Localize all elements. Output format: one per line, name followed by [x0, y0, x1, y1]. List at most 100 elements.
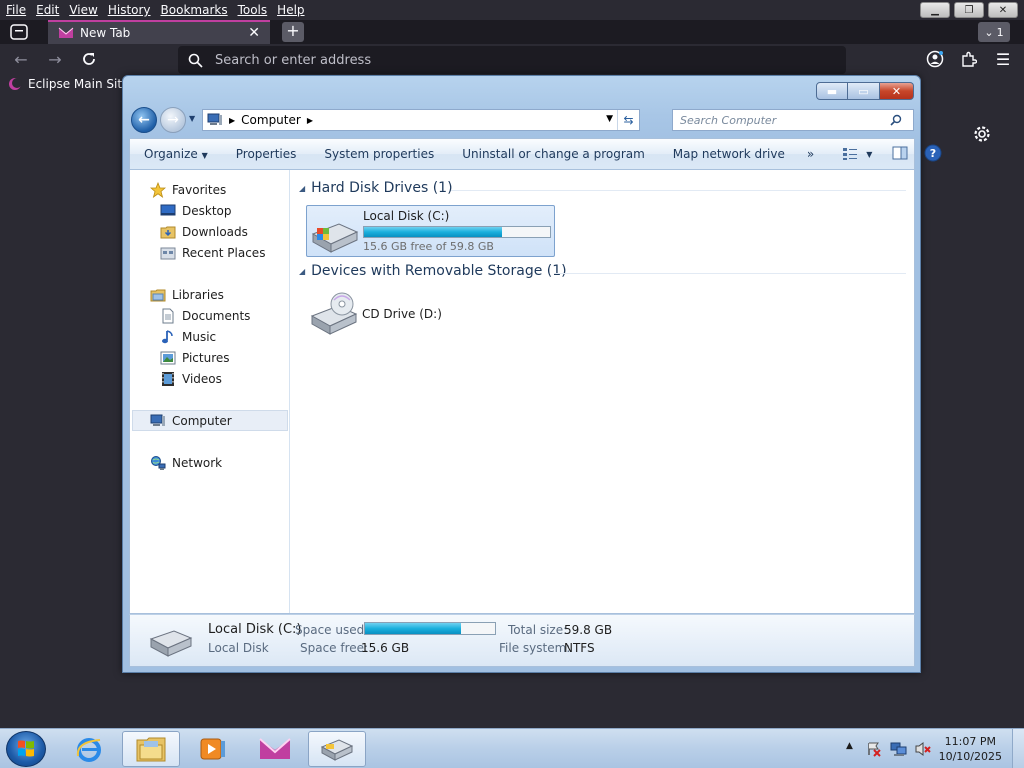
- collapse-icon: ◢: [299, 266, 306, 276]
- forward-button[interactable]: →: [44, 49, 66, 69]
- menu-bookmarks[interactable]: Bookmarks: [155, 0, 232, 20]
- extensions-button[interactable]: [958, 49, 980, 69]
- hamburger-icon: ☰: [995, 49, 1011, 69]
- nav-computer[interactable]: Computer: [132, 410, 288, 431]
- explorer-close-button[interactable]: ✕: [880, 82, 914, 100]
- nav-libraries[interactable]: Libraries: [150, 284, 224, 305]
- show-hidden-icons-button[interactable]: ▲: [846, 741, 853, 751]
- details-total-size-value: 59.8 GB: [564, 623, 613, 637]
- menu-help[interactable]: Help: [271, 0, 308, 20]
- address-dropdown-icon[interactable]: ▼: [606, 114, 613, 124]
- documents-icon: [162, 308, 174, 323]
- url-bar[interactable]: [178, 46, 846, 74]
- app-menu-button[interactable]: ☰: [992, 49, 1014, 69]
- show-desktop-button[interactable]: [1012, 729, 1024, 768]
- tab-list-button[interactable]: [6, 22, 32, 42]
- nav-label: Recent Places: [182, 245, 266, 260]
- nav-recent-places[interactable]: Recent Places: [160, 242, 265, 263]
- tab-close-icon[interactable]: ✕: [248, 25, 260, 41]
- explorer-caption-buttons: ▬ ▭ ✕: [816, 82, 914, 100]
- menu-edit[interactable]: Edit: [30, 0, 63, 20]
- address-box[interactable]: ▶ Computer ▶ ▼ ⇆: [202, 109, 640, 131]
- recent-pages-dropdown[interactable]: ▼: [189, 114, 195, 123]
- menu-view[interactable]: View: [63, 0, 101, 20]
- details-usage-bar: [364, 622, 496, 635]
- menu-tools[interactable]: Tools: [232, 0, 272, 20]
- minimize-button[interactable]: ▁: [920, 2, 950, 18]
- restore-button[interactable]: ❐: [954, 2, 984, 18]
- menu-history[interactable]: History: [102, 0, 155, 20]
- taskbar-computer-window[interactable]: [308, 731, 366, 767]
- tab-overflow-button[interactable]: ⌄ 1: [978, 22, 1010, 42]
- refresh-button[interactable]: ⇆: [617, 110, 639, 130]
- volume-muted-icon[interactable]: [914, 741, 932, 757]
- nav-favorites[interactable]: Favorites: [150, 179, 226, 200]
- breadcrumb-computer[interactable]: Computer: [241, 113, 301, 127]
- account-button[interactable]: [924, 49, 946, 69]
- details-total-size-label: Total size:: [508, 623, 568, 637]
- nav-videos[interactable]: Videos: [160, 368, 222, 389]
- drive-local-disk-c[interactable]: Local Disk (C:) 15.6 GB free of 59.8 GB: [306, 205, 555, 257]
- more-commands-button[interactable]: »: [799, 147, 822, 161]
- properties-button[interactable]: Properties: [222, 147, 311, 161]
- drive-c-name: Local Disk (C:): [363, 209, 450, 223]
- close-button[interactable]: ✕: [988, 2, 1018, 18]
- nav-documents[interactable]: Documents: [160, 305, 250, 326]
- settings-button[interactable]: [972, 124, 994, 146]
- group-header-removable-storage[interactable]: ◢ Devices with Removable Storage (1): [299, 263, 567, 279]
- nav-network[interactable]: Network: [150, 452, 222, 473]
- bookmarks-toolbar: Eclipse Main Site: [0, 74, 129, 94]
- change-view-button[interactable]: ▼: [822, 147, 878, 161]
- eclipse-logo-icon: [58, 27, 74, 38]
- taskbar-file-explorer[interactable]: [122, 731, 180, 767]
- nav-label: Music: [182, 329, 217, 344]
- group-header-hard-disk-drives[interactable]: ◢ Hard Disk Drives (1): [299, 180, 453, 196]
- nav-downloads[interactable]: Downloads: [160, 221, 248, 242]
- details-space-free-label: Space free:: [300, 641, 369, 655]
- drive-cd-drive-d[interactable]: CD Drive (D:): [306, 290, 506, 338]
- map-network-drive-button[interactable]: Map network drive: [659, 147, 799, 161]
- preview-pane-button[interactable]: [878, 146, 918, 163]
- svg-text:?: ?: [930, 147, 936, 160]
- nav-desktop[interactable]: Desktop: [160, 200, 232, 221]
- taskbar-internet-explorer[interactable]: [60, 731, 118, 767]
- bookmark-eclipse-main-site[interactable]: Eclipse Main Site: [28, 77, 129, 91]
- drive-c-usage-fill: [364, 227, 502, 237]
- nav-label: Videos: [182, 371, 222, 386]
- search-icon[interactable]: [890, 114, 902, 126]
- action-center-icon[interactable]: [866, 741, 882, 757]
- system-properties-button[interactable]: System properties: [310, 147, 448, 161]
- nav-label: Computer: [172, 413, 232, 428]
- explorer-maximize-button[interactable]: ▭: [848, 82, 880, 100]
- uninstall-program-button[interactable]: Uninstall or change a program: [448, 147, 659, 161]
- nav-pictures[interactable]: Pictures: [160, 347, 230, 368]
- tab-new-tab[interactable]: New Tab ✕: [48, 20, 270, 44]
- network-status-icon[interactable]: [890, 741, 908, 757]
- drive-d-name: CD Drive (D:): [362, 307, 442, 321]
- help-button[interactable]: ?: [918, 144, 948, 165]
- double-chevron-icon: »: [806, 147, 815, 161]
- details-drive-name: Local Disk (C:): [208, 622, 302, 637]
- nav-music[interactable]: Music: [160, 326, 216, 347]
- search-box[interactable]: [672, 109, 914, 131]
- navigation-toolbar: ← → ☰: [0, 44, 1024, 74]
- group-header-label: Devices with Removable Storage (1): [311, 263, 567, 279]
- back-button[interactable]: ←: [10, 49, 32, 69]
- clock[interactable]: 11:07 PM 10/10/2025: [939, 734, 1002, 764]
- breadcrumb-separator-icon[interactable]: ▶: [307, 116, 313, 125]
- taskbar-media-player[interactable]: [184, 731, 242, 767]
- start-button[interactable]: [6, 731, 46, 767]
- taskbar-eclipse-browser[interactable]: [246, 731, 304, 767]
- reload-button[interactable]: [78, 49, 100, 69]
- url-input[interactable]: [215, 52, 815, 68]
- account-icon: [926, 50, 944, 68]
- group-divider: [556, 273, 906, 274]
- organize-button[interactable]: Organize ▼: [130, 147, 222, 161]
- explorer-back-button[interactable]: ←: [131, 107, 157, 133]
- videos-icon: [162, 371, 174, 386]
- explorer-minimize-button[interactable]: ▬: [816, 82, 848, 100]
- new-tab-button[interactable]: +: [282, 22, 304, 42]
- menu-file[interactable]: File: [0, 0, 30, 20]
- explorer-forward-button[interactable]: →: [160, 107, 186, 133]
- search-input[interactable]: [680, 113, 890, 127]
